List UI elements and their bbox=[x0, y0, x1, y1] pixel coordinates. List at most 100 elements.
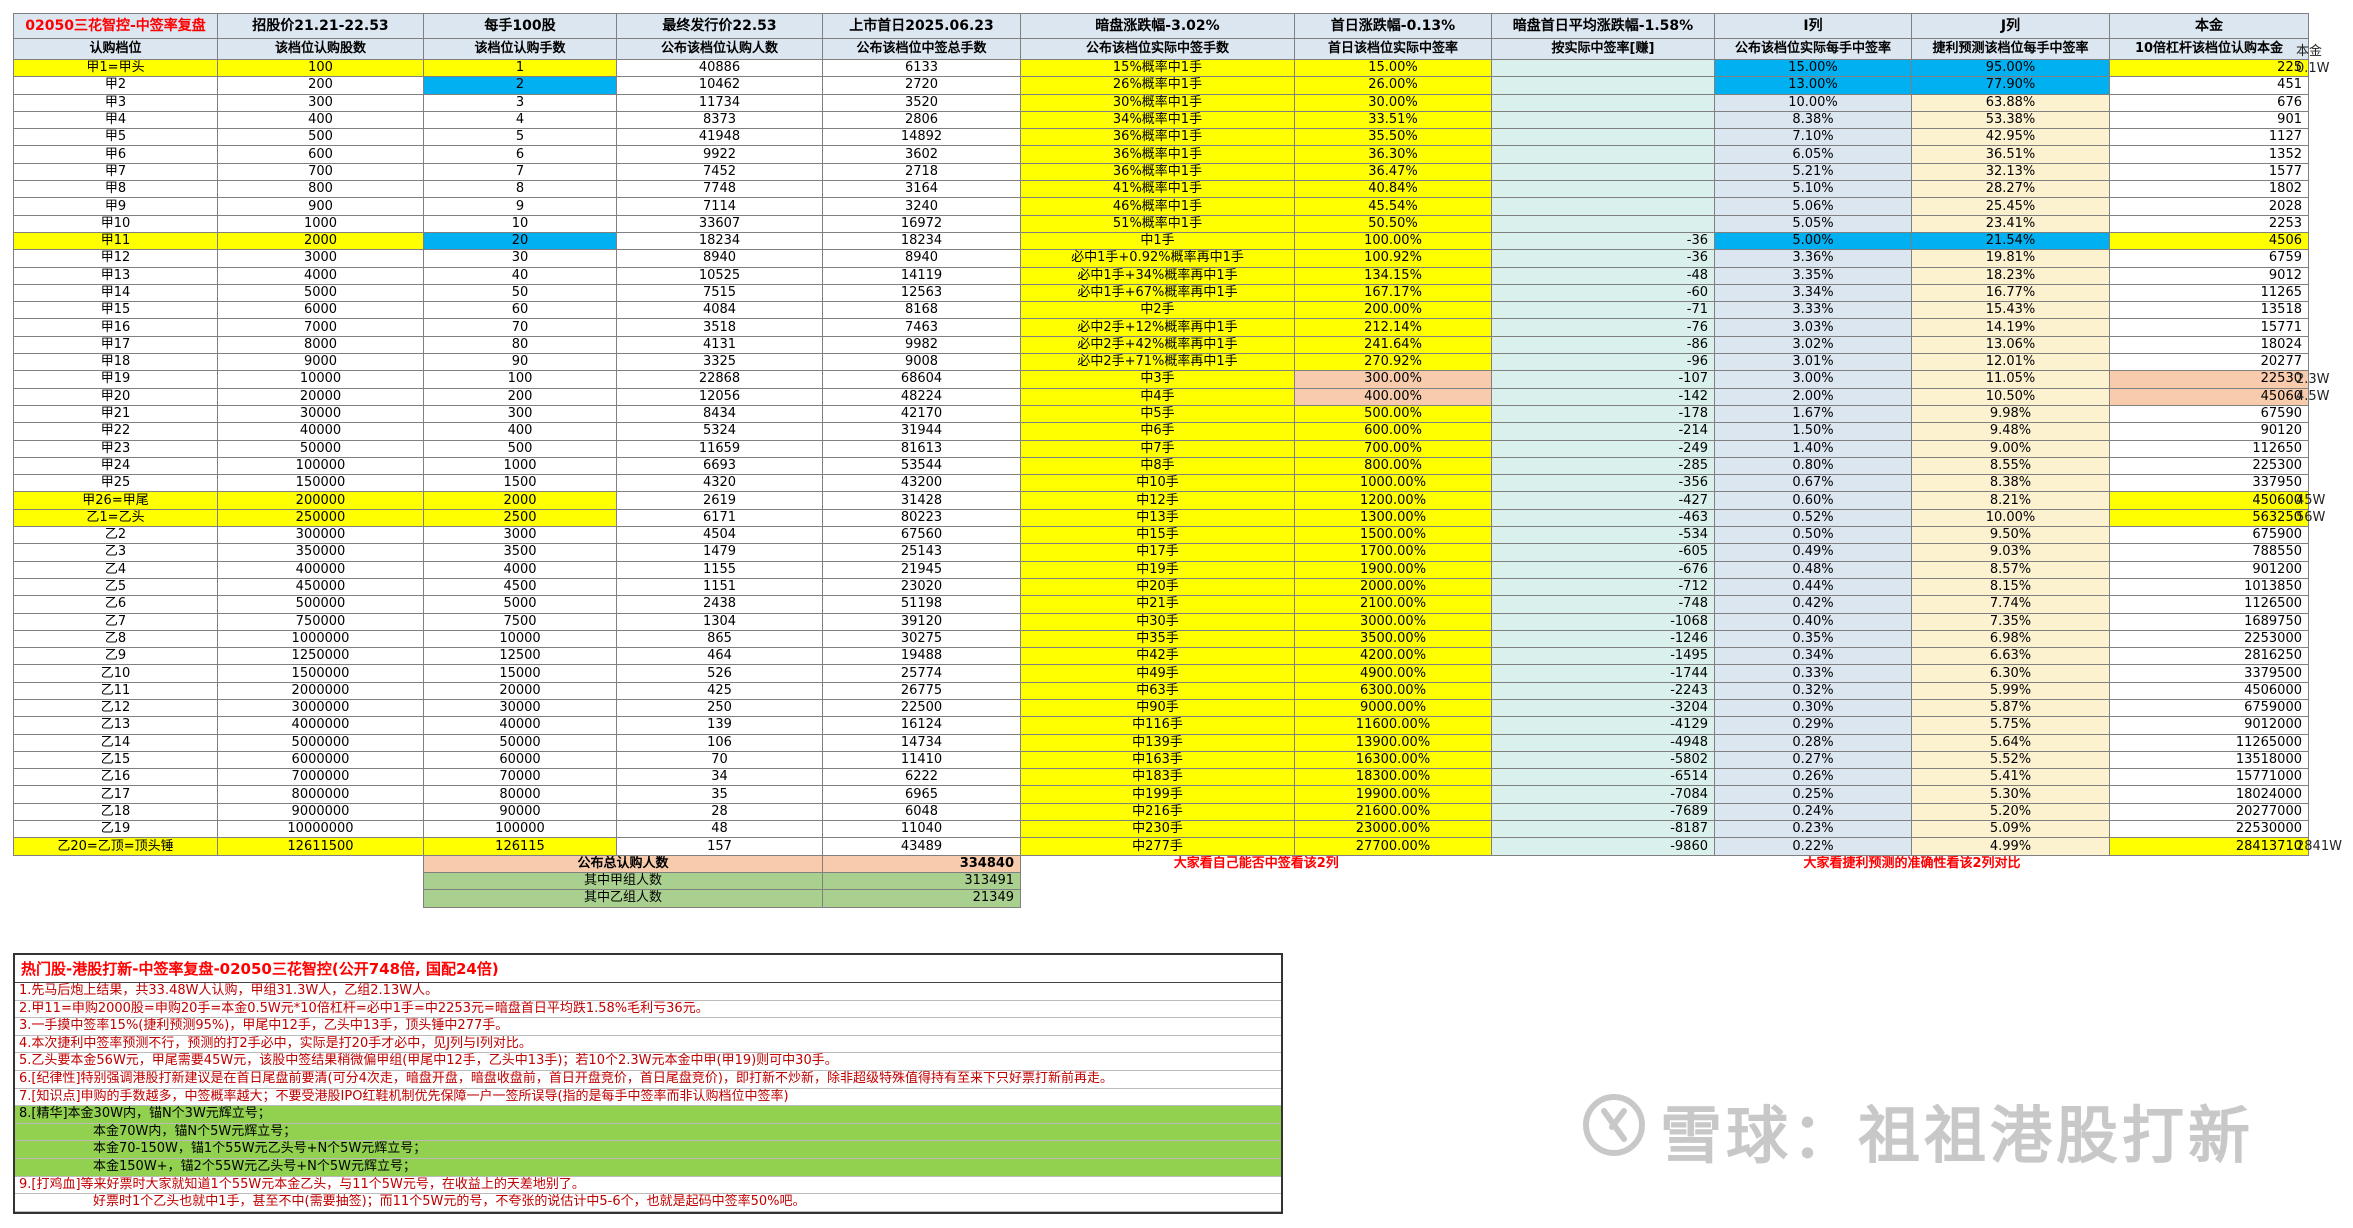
table-row: 乙17 8000000 80000 35 6965 中199手 19900.00% -7084… bbox=[13, 785, 2309, 804]
cell-shares: 400 bbox=[217, 110, 424, 130]
cell-shares: 4000 bbox=[217, 266, 424, 285]
cell-people: 7114 bbox=[616, 197, 823, 216]
note-line: 6.[纪律性]特别强调港股打新建议是在首日尾盘前要清(可分4次走，暗盘开盘，暗盘… bbox=[15, 1071, 1281, 1089]
cell-lots: 10 bbox=[423, 214, 617, 233]
cell-principal: 15771 bbox=[2109, 318, 2309, 337]
cell-rate: 11600.00% bbox=[1294, 716, 1492, 735]
cell-actual: 46%概率中1手 bbox=[1020, 197, 1295, 216]
cell-level: 甲1=甲头 bbox=[13, 58, 218, 78]
cell-rate: 800.00% bbox=[1294, 456, 1492, 476]
cell-i: 3.33% bbox=[1714, 301, 1912, 320]
cell-i: 1.40% bbox=[1714, 439, 1912, 458]
cell-people: 18234 bbox=[616, 231, 823, 251]
cell-people: 33607 bbox=[616, 214, 823, 233]
cell-rate: 2100.00% bbox=[1294, 595, 1492, 614]
cell-principal: 11265000 bbox=[2109, 733, 2309, 752]
cell-principal: 451 bbox=[2109, 76, 2309, 95]
table-row: 乙12 3000000 30000 250 22500 中90手 9000.00% -3204… bbox=[13, 698, 2309, 718]
cell-profit: -8187 bbox=[1491, 820, 1715, 839]
cell-profit: -4948 bbox=[1491, 733, 1715, 752]
cell-total: 51198 bbox=[822, 595, 1021, 614]
cell-level: 乙14 bbox=[13, 733, 218, 752]
cell-i: 5.06% bbox=[1714, 197, 1912, 216]
cell-total: 2806 bbox=[822, 110, 1021, 130]
cell-profit: -605 bbox=[1491, 543, 1715, 562]
cell-lots: 5000 bbox=[423, 595, 617, 614]
notes-title: 热门股-港股打新-中签率复盘-02050三花智控(公开748倍, 国配24倍) bbox=[15, 955, 1281, 983]
cell-actual: 中183手 bbox=[1020, 768, 1295, 787]
cell-level: 乙16 bbox=[13, 768, 218, 787]
cell-lots: 9 bbox=[423, 197, 617, 216]
cell-rate: 16300.00% bbox=[1294, 750, 1492, 770]
cell-total: 25774 bbox=[822, 664, 1021, 683]
cell-rate: 200.00% bbox=[1294, 301, 1492, 320]
cell-lots: 60000 bbox=[423, 750, 617, 770]
table-row: 甲16 7000 70 3518 7463 必中2手+12%概率再中1手 212.14% -7… bbox=[13, 318, 2309, 337]
cell-people: 1479 bbox=[616, 543, 823, 562]
cell-j: 9.48% bbox=[1911, 422, 2110, 441]
cell-principal: 2253 bbox=[2109, 214, 2309, 233]
cell-lots: 2500 bbox=[423, 508, 617, 528]
header-final-price: 最终发行价22.53 bbox=[616, 13, 823, 39]
cell-i: 3.02% bbox=[1714, 335, 1912, 355]
cell-total: 7463 bbox=[822, 318, 1021, 337]
cell-shares: 50000 bbox=[217, 439, 424, 458]
cell-profit bbox=[1491, 214, 1715, 233]
cell-lots: 7500 bbox=[423, 612, 617, 631]
cell-total: 3602 bbox=[822, 145, 1021, 164]
subheader-shares: 该档位认购股数 bbox=[217, 38, 424, 60]
cell-j: 23.41% bbox=[1911, 214, 2110, 233]
subheader-level: 认购档位 bbox=[13, 38, 218, 60]
cell-j: 5.64% bbox=[1911, 733, 2110, 752]
cell-principal: 13518000 bbox=[2109, 750, 2309, 770]
cell-shares: 4000000 bbox=[217, 716, 424, 735]
cell-j: 5.30% bbox=[1911, 785, 2110, 804]
table-row: 乙19 10000000 100000 48 11040 中230手 23000.00% -8… bbox=[13, 820, 2309, 839]
cell-principal: 676 bbox=[2109, 93, 2309, 112]
header-col-j: J列 bbox=[1911, 13, 2110, 39]
cell-lots: 15000 bbox=[423, 664, 617, 683]
cell-level: 甲25 bbox=[13, 474, 218, 493]
cell-i: 0.23% bbox=[1714, 820, 1912, 839]
cell-rate: 26.00% bbox=[1294, 76, 1492, 95]
cell-rate: 36.47% bbox=[1294, 162, 1492, 182]
cell-actual: 必中2手+12%概率再中1手 bbox=[1020, 318, 1295, 337]
cell-lots: 7 bbox=[423, 162, 617, 182]
cell-rate: 167.17% bbox=[1294, 283, 1492, 303]
table-row: 甲10 1000 10 33607 16972 51%概率中1手 50.50% 5.05% 23… bbox=[13, 214, 2309, 233]
cell-rate: 3500.00% bbox=[1294, 629, 1492, 649]
cell-profit: -4129 bbox=[1491, 716, 1715, 735]
cell-level: 甲23 bbox=[13, 439, 218, 458]
cell-total: 16972 bbox=[822, 214, 1021, 233]
cell-people: 526 bbox=[616, 664, 823, 683]
table-row: 甲5 500 5 41948 14892 36%概率中1手 35.50% 7.10% 42.95… bbox=[13, 128, 2309, 147]
cell-i: 0.24% bbox=[1714, 802, 1912, 822]
cell-actual: 中277手 bbox=[1020, 837, 1295, 856]
cell-j: 11.05% bbox=[1911, 370, 2110, 389]
cell-actual: 中35手 bbox=[1020, 629, 1295, 649]
cell-level: 甲10 bbox=[13, 214, 218, 233]
cell-profit: -712 bbox=[1491, 577, 1715, 597]
cell-principal: 788550 bbox=[2109, 543, 2309, 562]
cell-level: 乙1=乙头 bbox=[13, 508, 218, 528]
cell-shares: 300 bbox=[217, 93, 424, 112]
cell-j: 13.06% bbox=[1911, 335, 2110, 355]
cell-principal: 675900 bbox=[2109, 526, 2309, 545]
cell-total: 43489 bbox=[822, 837, 1021, 856]
cell-people: 464 bbox=[616, 647, 823, 666]
note-line: 本金70W内，锚N个5W元辉立号； bbox=[15, 1123, 1281, 1142]
cell-principal: 90120 bbox=[2109, 422, 2309, 441]
cell-principal: 112650 bbox=[2109, 439, 2309, 458]
summary-label-total: 公布总认购人数 bbox=[423, 854, 823, 873]
table-row: 乙15 6000000 60000 70 11410 中163手 16300.00% -580… bbox=[13, 750, 2309, 770]
cell-profit: -86 bbox=[1491, 335, 1715, 355]
cell-profit: -748 bbox=[1491, 595, 1715, 614]
cell-total: 30275 bbox=[822, 629, 1021, 649]
cell-total: 18234 bbox=[822, 231, 1021, 251]
cell-j: 8.55% bbox=[1911, 456, 2110, 476]
cell-rate: 1500.00% bbox=[1294, 526, 1492, 545]
cell-lots: 4000 bbox=[423, 560, 617, 579]
cell-rate: 600.00% bbox=[1294, 422, 1492, 441]
subheader-principal: 10倍杠杆该档位认购本金 bbox=[2109, 38, 2309, 60]
cell-lots: 500 bbox=[423, 439, 617, 458]
